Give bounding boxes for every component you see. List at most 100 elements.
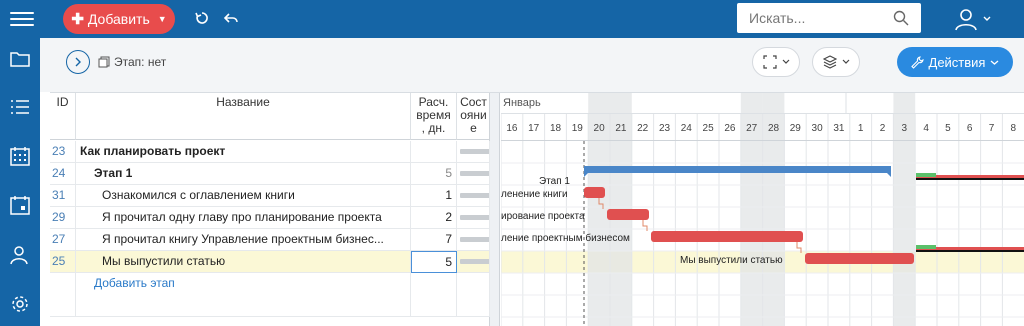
row-state: [457, 207, 490, 229]
gantt-task-bar: [607, 209, 649, 220]
day-label: 25: [703, 123, 715, 134]
gantt-progress-marker: [916, 173, 936, 177]
gantt-progress-marker: [916, 245, 936, 249]
day-label: 24: [681, 123, 693, 134]
calendar-grid-icon[interactable]: [9, 145, 31, 167]
gantt-label-stage: Этап 1: [539, 176, 570, 187]
column-header-id[interactable]: ID: [50, 93, 76, 140]
search-input[interactable]: [749, 10, 889, 26]
row-state: [457, 273, 490, 295]
row-time[interactable]: [411, 141, 457, 163]
empty-row: [50, 295, 490, 317]
undo-icon[interactable]: [222, 9, 242, 29]
row-state: [457, 295, 490, 317]
layers-button[interactable]: [812, 47, 860, 77]
row-name[interactable]: Я прочитал книгу Управление проектным би…: [76, 229, 411, 251]
column-header-state[interactable]: Сост ояни е: [457, 93, 490, 140]
gantt-continuation-line: [916, 178, 1024, 180]
table-row[interactable]: 29 Я прочитал одну главу про планирование…: [50, 207, 490, 229]
row-time[interactable]: 1: [411, 185, 457, 207]
column-header-time[interactable]: Расч. время , дн.: [411, 93, 457, 140]
search-box: [737, 3, 921, 33]
expand-panel-button[interactable]: [66, 50, 90, 74]
add-stage-row: Добавить этап: [50, 273, 490, 295]
row-name[interactable]: Ознакомился с оглавлением книги: [76, 185, 411, 207]
actions-button[interactable]: Действия: [897, 47, 1013, 77]
table-row[interactable]: 31 Ознакомился с оглавлением книги 1: [50, 185, 490, 207]
gantt-task-bar: [805, 253, 914, 264]
state-indicator: [460, 171, 489, 176]
day-label: 19: [572, 123, 584, 134]
list-icon[interactable]: [9, 96, 31, 118]
fullscreen-button[interactable]: [752, 47, 800, 77]
day-label: 23: [659, 123, 671, 134]
table-row[interactable]: 23 Как планировать проект: [50, 141, 490, 163]
chevron-right-icon: [75, 57, 81, 67]
gantt-canvas: 16 17 18 19 20 21 22 23 24 25 26 27 28 29 30 31 1 2 3 4 5 6 7 8: [501, 93, 1024, 326]
calendar-icon[interactable]: [9, 194, 31, 216]
folder-icon[interactable]: [9, 48, 31, 70]
row-id: 23: [50, 141, 76, 163]
day-label: 21: [615, 123, 627, 134]
row-time[interactable]: 2: [411, 207, 457, 229]
day-label: 18: [550, 123, 562, 134]
contacts-icon[interactable]: [9, 244, 31, 266]
toolbar: Этап: нет Действия: [40, 38, 1024, 92]
day-label: 20: [594, 123, 606, 134]
chevron-down-icon: [983, 16, 991, 21]
day-label: 8: [1011, 123, 1017, 134]
gantt-label-task2: ирование проекта: [501, 211, 585, 222]
wrench-icon: [910, 55, 924, 69]
table-row[interactable]: 24 Этап 15: [50, 163, 490, 185]
row-id: 31: [50, 185, 76, 207]
row-state: [457, 229, 490, 251]
add-button[interactable]: ✚ Добавить ▼: [63, 4, 175, 34]
day-label: 4: [923, 123, 929, 134]
row-id: [50, 273, 76, 295]
stage-label: Этап: нет: [114, 55, 167, 69]
hamburger-menu-icon[interactable]: [10, 8, 34, 28]
state-indicator: [460, 215, 489, 220]
user-menu[interactable]: [954, 7, 994, 31]
gantt-label-task4: Мы выпустили статью: [680, 255, 783, 266]
row-state: [457, 163, 490, 185]
day-label: 2: [880, 123, 886, 134]
row-time[interactable]: 5: [411, 251, 457, 273]
table-row[interactable]: 27 Я прочитал книгу Управление проектным …: [50, 229, 490, 251]
day-label: 6: [967, 123, 973, 134]
row-time: [411, 295, 457, 317]
stage-filter[interactable]: Этап: нет: [98, 55, 166, 69]
row-id: [50, 295, 76, 317]
row-name[interactable]: Этап 1: [76, 163, 411, 185]
copy-icon: [98, 56, 110, 68]
chevron-down-icon: ▼: [157, 14, 167, 24]
column-header-name[interactable]: Название: [76, 93, 411, 140]
row-name[interactable]: Мы выпустили статью: [76, 251, 411, 273]
actions-label: Действия: [928, 54, 986, 70]
state-indicator: [460, 259, 489, 264]
gantt-continuation-line: [916, 250, 1024, 252]
gantt-label-task3: ление проектным бизнесом: [501, 233, 630, 244]
row-state: [457, 141, 490, 163]
row-time[interactable]: 7: [411, 229, 457, 251]
row-time[interactable]: 5: [411, 163, 457, 185]
gantt-task-bar: [584, 187, 605, 198]
project-workspace: ID Название Расч. время , дн. Сост ояни …: [50, 92, 1024, 326]
add-stage-link[interactable]: Добавить этап: [76, 273, 411, 295]
row-name[interactable]: Как планировать проект: [76, 141, 411, 163]
chevron-down-icon: [991, 60, 999, 65]
day-label: 7: [989, 123, 995, 134]
day-label: 30: [812, 123, 824, 134]
day-label: 29: [790, 123, 802, 134]
row-name[interactable]: Я прочитал одну главу про планирование п…: [76, 207, 411, 229]
day-label: 1: [858, 123, 864, 134]
user-icon: [955, 9, 977, 31]
panel-splitter[interactable]: [490, 93, 500, 326]
search-icon[interactable]: [893, 10, 909, 26]
refresh-icon[interactable]: [193, 9, 213, 29]
table-row[interactable]: 25 Мы выпустили статью 5: [50, 251, 490, 273]
gear-icon[interactable]: [9, 293, 31, 315]
day-label: 31: [833, 123, 845, 134]
day-label: 22: [637, 123, 649, 134]
day-label: 27: [746, 123, 758, 134]
